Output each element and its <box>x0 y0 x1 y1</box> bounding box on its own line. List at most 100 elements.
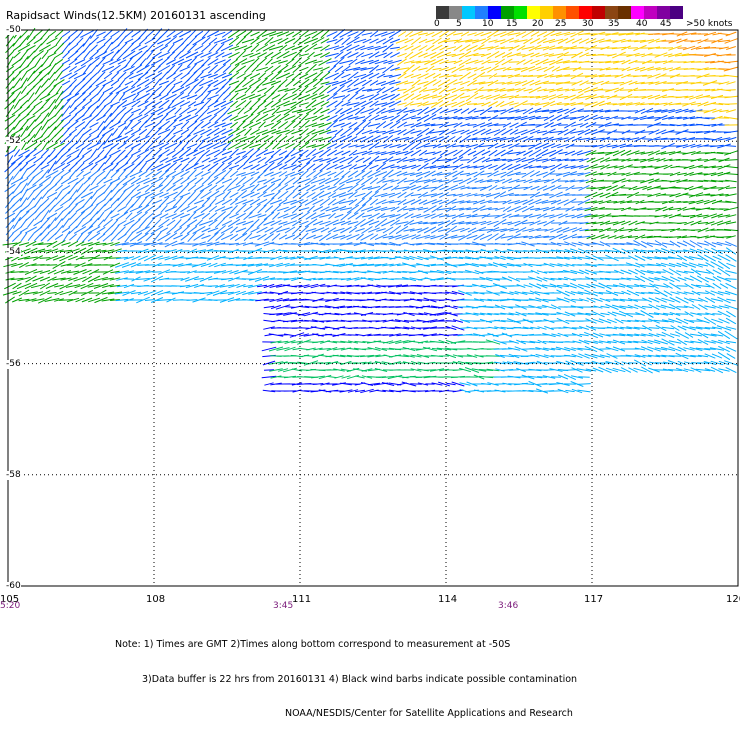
wind-barb <box>276 101 289 107</box>
wind-barb <box>381 80 395 85</box>
wind-barb <box>90 123 99 128</box>
wind-barb <box>306 64 317 73</box>
wind-barb <box>662 332 674 337</box>
wind-barb <box>677 242 687 246</box>
wind-barb <box>236 66 245 72</box>
wind-barb <box>711 221 723 225</box>
wind-barb <box>319 149 330 157</box>
wind-barb <box>56 218 63 227</box>
wind-barb <box>334 57 345 66</box>
wind-barb <box>291 100 304 108</box>
wind-barb <box>214 149 226 157</box>
wind-barb <box>242 39 254 43</box>
wind-barb <box>305 199 317 206</box>
wind-barb <box>698 339 708 344</box>
wind-barb <box>321 109 330 113</box>
wind-barb <box>578 354 589 359</box>
wind-barb <box>188 185 195 191</box>
wind-barb <box>367 207 380 212</box>
wind-barb <box>131 121 141 129</box>
wind-barb <box>327 93 337 100</box>
wind-barb <box>662 243 674 245</box>
wind-barb <box>26 149 37 158</box>
wind-barb <box>467 172 478 176</box>
wind-barb <box>5 184 16 191</box>
wind-barb <box>300 74 308 78</box>
wind-barb <box>724 61 737 62</box>
wind-barb <box>565 390 574 391</box>
wind-barb <box>19 262 28 267</box>
wind-barb <box>299 208 309 211</box>
wind-barb <box>181 121 189 129</box>
wind-barb <box>620 90 632 91</box>
wind-barb <box>20 189 28 201</box>
wind-barb <box>215 192 224 197</box>
wind-barb <box>118 113 125 123</box>
wind-barb <box>641 367 652 373</box>
wind-barb <box>258 205 267 213</box>
longitude-label: 120 <box>726 594 740 605</box>
wind-barb <box>181 234 190 241</box>
wind-barb <box>61 156 71 164</box>
wind-barb <box>173 186 182 191</box>
wind-barb <box>391 207 400 211</box>
wind-barb <box>502 251 511 252</box>
wind-barb <box>258 170 267 178</box>
wind-barb <box>118 234 127 240</box>
wind-barb <box>201 115 212 121</box>
wind-barb <box>195 72 204 81</box>
wind-barb <box>424 114 436 121</box>
wind-barb <box>207 31 218 37</box>
wind-barb <box>70 100 76 108</box>
time-label: 3:45 <box>273 601 293 611</box>
wind-barb <box>68 182 77 194</box>
wind-barb <box>244 109 252 114</box>
wind-barb <box>91 177 97 185</box>
wind-barb <box>257 30 268 38</box>
wind-barb <box>536 265 547 266</box>
wind-barb <box>278 177 287 186</box>
wind-barb <box>27 80 34 86</box>
wind-barb <box>251 32 260 36</box>
wind-barb <box>362 33 372 35</box>
wind-barb <box>124 204 134 214</box>
wind-barb <box>306 156 315 164</box>
wind-barb <box>418 33 428 35</box>
wind-barb <box>62 66 70 72</box>
wind-barb <box>474 171 485 177</box>
wind-barb <box>370 31 378 37</box>
wind-barb <box>501 171 514 178</box>
wind-barb <box>70 212 77 219</box>
wind-barb <box>272 95 280 100</box>
wind-barb <box>320 163 330 171</box>
wind-barb <box>312 191 324 199</box>
wind-barb <box>411 117 421 119</box>
wind-barb <box>68 44 78 52</box>
wind-barb <box>614 292 624 293</box>
wind-barb <box>21 233 27 241</box>
wind-barb <box>104 38 112 45</box>
wind-barb <box>544 195 553 196</box>
wind-barb <box>12 232 21 241</box>
wind-barb <box>487 30 498 37</box>
wind-barb <box>718 251 730 252</box>
wind-barb <box>509 62 520 63</box>
wind-barb <box>41 79 49 88</box>
wind-barb <box>354 120 366 129</box>
wind-barb <box>368 171 381 178</box>
wind-barb <box>361 136 373 142</box>
wind-barb <box>125 130 133 135</box>
wind-barb <box>292 155 303 165</box>
wind-barb <box>265 206 273 213</box>
wind-barb <box>140 59 146 66</box>
wind-barb <box>167 86 175 95</box>
wind-barb <box>173 235 182 239</box>
wind-barb <box>124 135 135 144</box>
wind-barb <box>266 59 273 65</box>
wind-barb <box>243 143 254 150</box>
wind-barb <box>389 101 401 107</box>
wind-barb <box>264 198 274 207</box>
wind-barb <box>356 158 365 162</box>
wind-barb <box>419 150 427 155</box>
wind-barb <box>132 31 141 37</box>
